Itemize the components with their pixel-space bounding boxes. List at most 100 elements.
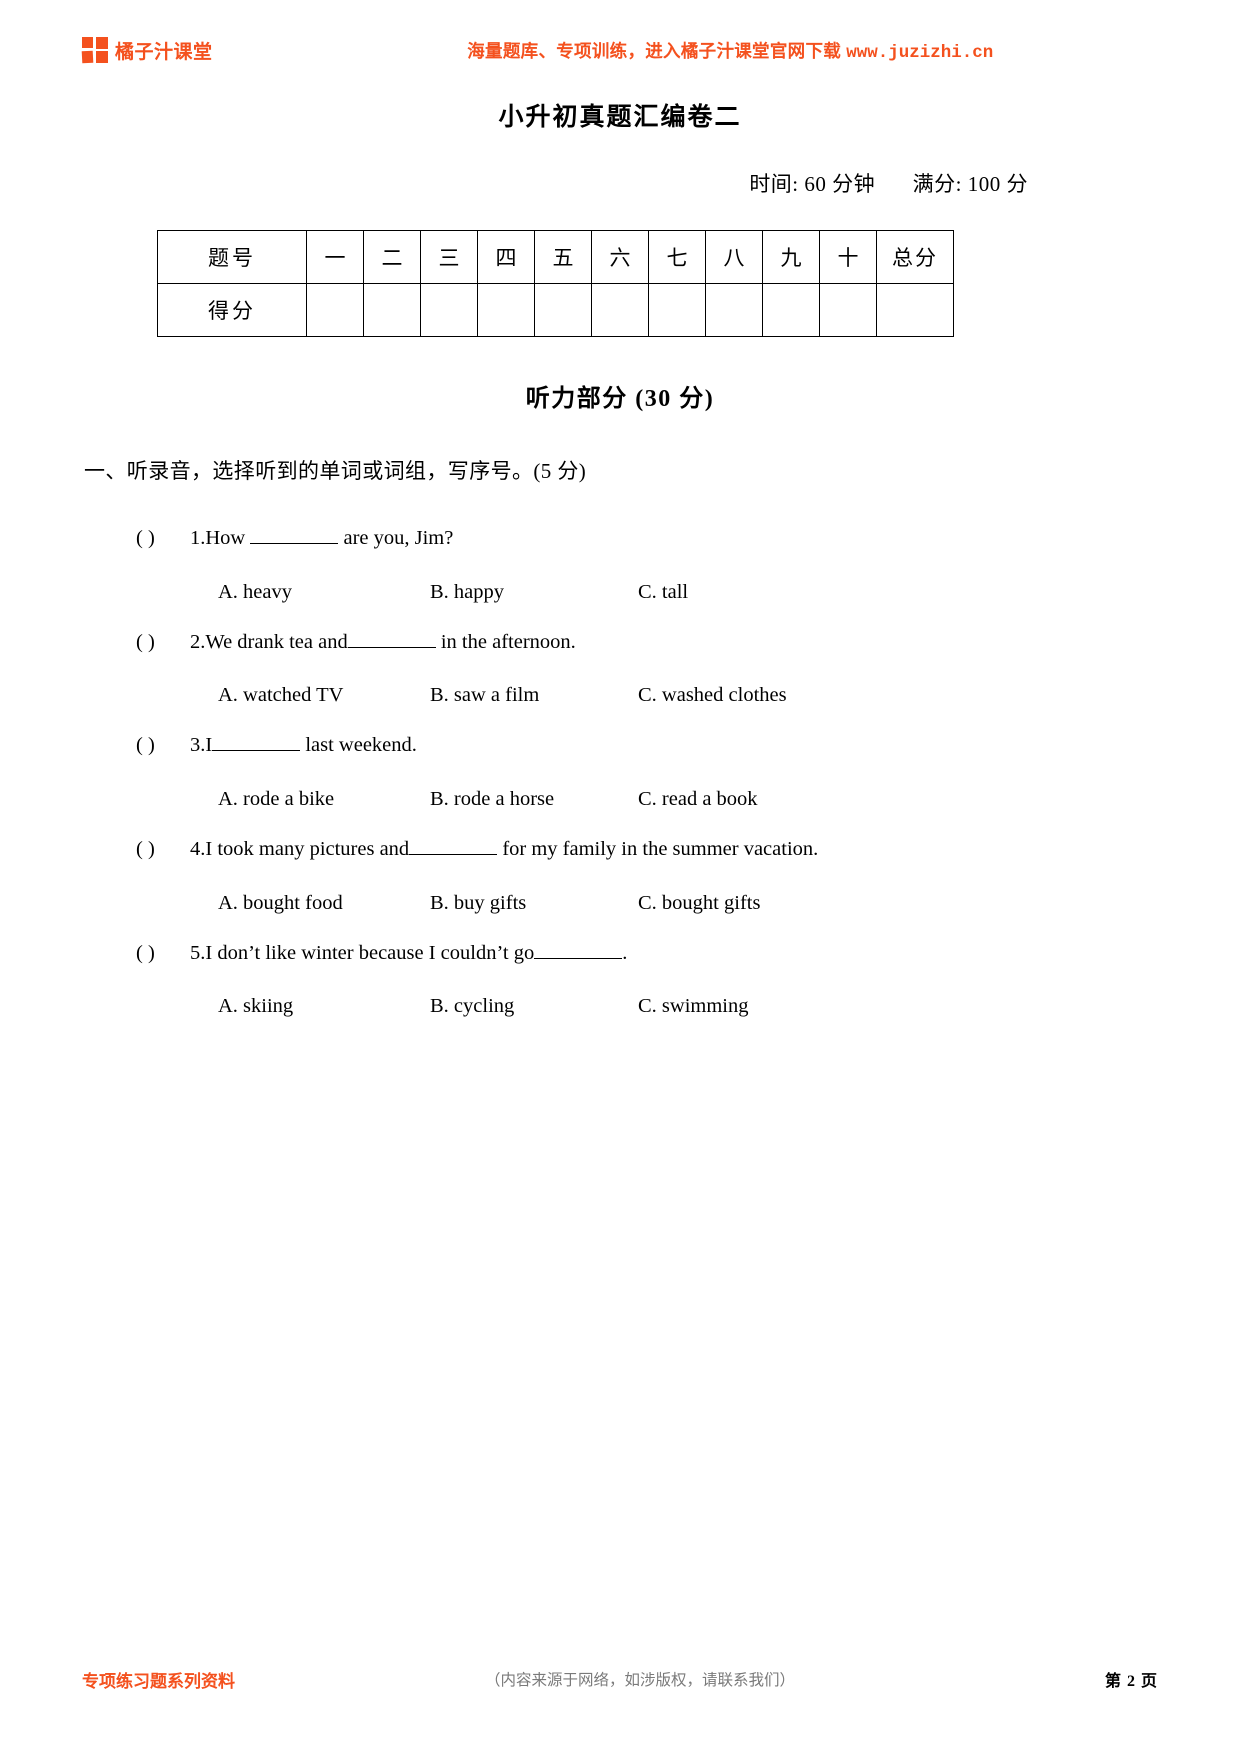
score-cell-4[interactable] bbox=[477, 283, 535, 337]
option-c[interactable]: C. washed clothes bbox=[638, 684, 787, 707]
score-table-col-5: 五 bbox=[534, 230, 592, 284]
score-table-col-total: 总分 bbox=[876, 230, 954, 284]
question-options: A. heavy B. happy C. tall bbox=[84, 581, 1156, 604]
question-stem: ( ) 4.I took many pictures and for my fam… bbox=[84, 836, 1156, 864]
option-b[interactable]: B. cycling bbox=[430, 995, 638, 1018]
question-number: 5. bbox=[190, 941, 206, 964]
answer-blank-paren[interactable]: ( ) bbox=[136, 940, 190, 968]
question-number: 1. bbox=[190, 527, 206, 549]
score-table-wrap: 题号 一 二 三 四 五 六 七 八 九 十 总分 得分 bbox=[157, 230, 954, 337]
question-options: A. bought food B. buy gifts C. bought gift… bbox=[84, 892, 1156, 915]
score-cell-10[interactable] bbox=[819, 283, 877, 337]
answer-blank-paren[interactable]: ( ) bbox=[136, 525, 190, 553]
question-text-after: last weekend. bbox=[300, 734, 417, 757]
option-a[interactable]: A. skiing bbox=[218, 995, 430, 1018]
score-table-row-label: 得分 bbox=[157, 283, 307, 337]
score-cell-8[interactable] bbox=[705, 283, 763, 337]
question-item: ( ) 2.We drank tea and in the afternoon. … bbox=[84, 629, 1156, 708]
question-item: ( ) 3.I last weekend. A. rode a bike B. ro… bbox=[84, 732, 1156, 811]
four-square-logo-icon bbox=[81, 37, 108, 64]
question-number: 2. bbox=[190, 630, 206, 653]
question-text-after: in the afternoon. bbox=[435, 630, 576, 653]
option-a[interactable]: A. bought food bbox=[218, 892, 430, 915]
header-promo: 海量题库、专项训练，进入橘子汁课堂官网下载 www.juzizhi.cn bbox=[213, 38, 1158, 63]
fill-blank[interactable] bbox=[212, 750, 301, 752]
score-table-col-3: 三 bbox=[420, 230, 478, 284]
question-options: A. rode a bike B. rode a horse C. read a b… bbox=[84, 788, 1156, 811]
option-b[interactable]: B. saw a film bbox=[430, 684, 638, 707]
score-table-col-8: 八 bbox=[705, 230, 763, 284]
question-item: ( ) 5.I don’t like winter because I could… bbox=[84, 940, 1156, 1019]
option-b[interactable]: B. buy gifts bbox=[430, 892, 638, 915]
question-text-before: I bbox=[205, 734, 213, 757]
question-stem: ( ) 1.How are you, Jim? bbox=[84, 525, 1156, 553]
question-text-after: are you, Jim? bbox=[338, 527, 454, 549]
question-stem: ( ) 3.I last weekend. bbox=[84, 732, 1156, 760]
footer-page-number: 第 2 页 bbox=[1104, 1673, 1158, 1690]
page-title: 小升初真题汇编卷二 bbox=[498, 104, 742, 131]
question-text-before: How bbox=[205, 527, 251, 549]
header-promo-url: www.juzizhi.cn bbox=[846, 42, 994, 63]
question-options: A. skiing B. cycling C. swimming bbox=[84, 995, 1156, 1018]
option-c[interactable]: C. read a book bbox=[638, 788, 758, 811]
score-table-row-label: 题号 bbox=[157, 230, 307, 284]
exercise-instruction: 一、听录音，选择听到的单词或词组，写序号。(5 分) bbox=[84, 459, 587, 483]
question-list: ( ) 1.How are you, Jim? A. heavy B. happy C… bbox=[84, 525, 1156, 1043]
footer-series-label: 专项练习题系列资料 bbox=[82, 1671, 235, 1691]
option-a[interactable]: A. watched TV bbox=[218, 684, 430, 707]
score-cell-6[interactable] bbox=[591, 283, 649, 337]
score-cell-2[interactable] bbox=[363, 283, 421, 337]
option-b[interactable]: B. rode a horse bbox=[430, 788, 638, 811]
fill-blank[interactable] bbox=[347, 646, 436, 648]
score-cell-9[interactable] bbox=[762, 283, 820, 337]
score-table-col-4: 四 bbox=[477, 230, 535, 284]
option-b[interactable]: B. happy bbox=[430, 581, 638, 604]
exam-meta: 时间: 60 分钟 满分: 100 分 bbox=[749, 168, 1028, 198]
score-cell-7[interactable] bbox=[648, 283, 706, 337]
score-table-col-1: 一 bbox=[306, 230, 364, 284]
question-stem: ( ) 5.I don’t like winter because I could… bbox=[84, 940, 1156, 968]
score-table-col-6: 六 bbox=[591, 230, 649, 284]
exam-page: 橘子汁课堂 海量题库、专项训练，进入橘子汁课堂官网下载 www.juzizhi.… bbox=[0, 0, 1240, 1754]
fill-blank[interactable] bbox=[250, 543, 339, 544]
fill-blank[interactable] bbox=[409, 854, 498, 856]
score-table: 题号 一 二 三 四 五 六 七 八 九 十 总分 得分 bbox=[157, 230, 954, 337]
brand-name: 橘子汁课堂 bbox=[115, 41, 213, 63]
answer-blank-paren[interactable]: ( ) bbox=[136, 629, 190, 657]
fill-blank[interactable] bbox=[534, 957, 623, 959]
question-text-before: I don’t like winter because I couldn’t g… bbox=[205, 941, 535, 964]
answer-blank-paren[interactable]: ( ) bbox=[136, 836, 190, 864]
question-options: A. watched TV B. saw a film C. washed clot… bbox=[84, 684, 1156, 707]
score-table-col-7: 七 bbox=[648, 230, 706, 284]
exam-total-score: 满分: 100 分 bbox=[912, 172, 1028, 196]
option-c[interactable]: C. bought gifts bbox=[638, 892, 760, 915]
option-a[interactable]: A. heavy bbox=[218, 581, 430, 604]
score-cell-1[interactable] bbox=[306, 283, 364, 337]
score-cell-3[interactable] bbox=[420, 283, 478, 337]
page-footer: 专项练习题系列资料 （内容来源于网络，如涉版权，请联系我们） 第 2 页 bbox=[82, 1666, 1158, 1692]
score-table-col-9: 九 bbox=[762, 230, 820, 284]
question-number: 4. bbox=[190, 838, 206, 861]
header-promo-text: 海量题库、专项训练，进入橘子汁课堂官网下载 bbox=[467, 40, 842, 61]
score-table-col-10: 十 bbox=[819, 230, 877, 284]
table-row: 得分 bbox=[157, 283, 954, 337]
score-table-col-2: 二 bbox=[363, 230, 421, 284]
question-text-before: I took many pictures and bbox=[205, 838, 410, 861]
question-item: ( ) 4.I took many pictures and for my fam… bbox=[84, 836, 1156, 915]
exam-time: 时间: 60 分钟 bbox=[749, 172, 876, 196]
footer-copyright-note: （内容来源于网络，如涉版权，请联系我们） bbox=[484, 1672, 795, 1689]
table-row: 题号 一 二 三 四 五 六 七 八 九 十 总分 bbox=[157, 230, 954, 284]
question-item: ( ) 1.How are you, Jim? A. heavy B. happy C… bbox=[84, 525, 1156, 604]
brand: 橘子汁课堂 bbox=[81, 37, 213, 64]
option-c[interactable]: C. tall bbox=[638, 581, 688, 604]
option-c[interactable]: C. swimming bbox=[638, 995, 749, 1018]
question-text-before: We drank tea and bbox=[205, 630, 348, 653]
question-text-after: . bbox=[622, 941, 628, 964]
score-cell-total[interactable] bbox=[876, 283, 954, 337]
question-number: 3. bbox=[190, 734, 206, 757]
section-heading-listening: 听力部分 (30 分) bbox=[525, 386, 715, 412]
answer-blank-paren[interactable]: ( ) bbox=[136, 732, 190, 760]
score-cell-5[interactable] bbox=[534, 283, 592, 337]
option-a[interactable]: A. rode a bike bbox=[218, 788, 430, 811]
page-header: 橘子汁课堂 海量题库、专项训练，进入橘子汁课堂官网下载 www.juzizhi.… bbox=[81, 30, 1158, 70]
